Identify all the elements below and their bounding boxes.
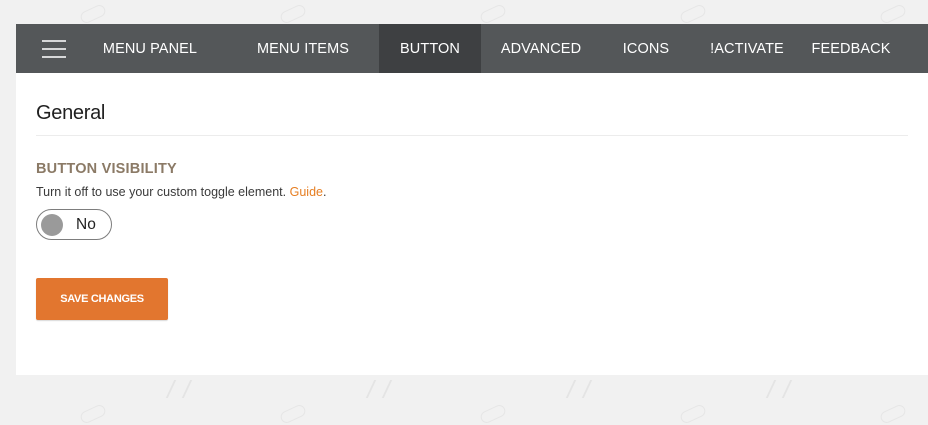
description-end: . [322,185,327,199]
tab-menu-items[interactable]: MENU ITEMS [204,24,379,73]
tab-activate[interactable]: !ACTIVATE [691,24,803,73]
hamburger-menu-button[interactable] [16,24,92,73]
settings-navbar: MENU PANEL MENU ITEMS BUTTON ADVANCED IC… [16,24,928,73]
tab-menu-panel[interactable]: MENU PANEL [92,24,204,73]
save-changes-button[interactable]: SAVE CHANGES [36,278,168,320]
button-visibility-toggle[interactable]: No [36,209,112,240]
section-title: General [36,73,908,136]
hamburger-icon [42,39,66,58]
button-visibility-description: Turn it off to use your custom toggle el… [36,185,908,199]
settings-content: General BUTTON VISIBILITY Turn it off to… [16,73,928,320]
description-text: Turn it off to use your custom toggle el… [36,185,287,199]
tab-feedback[interactable]: FEEDBACK [803,24,899,73]
toggle-state-label: No [76,215,96,233]
tab-button[interactable]: BUTTON [379,24,481,73]
guide-link[interactable]: Guide [290,185,323,199]
settings-panel: MENU PANEL MENU ITEMS BUTTON ADVANCED IC… [16,24,928,375]
button-visibility-label: BUTTON VISIBILITY [36,161,177,177]
tab-advanced[interactable]: ADVANCED [481,24,601,73]
tab-icons[interactable]: ICONS [601,24,691,73]
toggle-knob [41,213,63,236]
